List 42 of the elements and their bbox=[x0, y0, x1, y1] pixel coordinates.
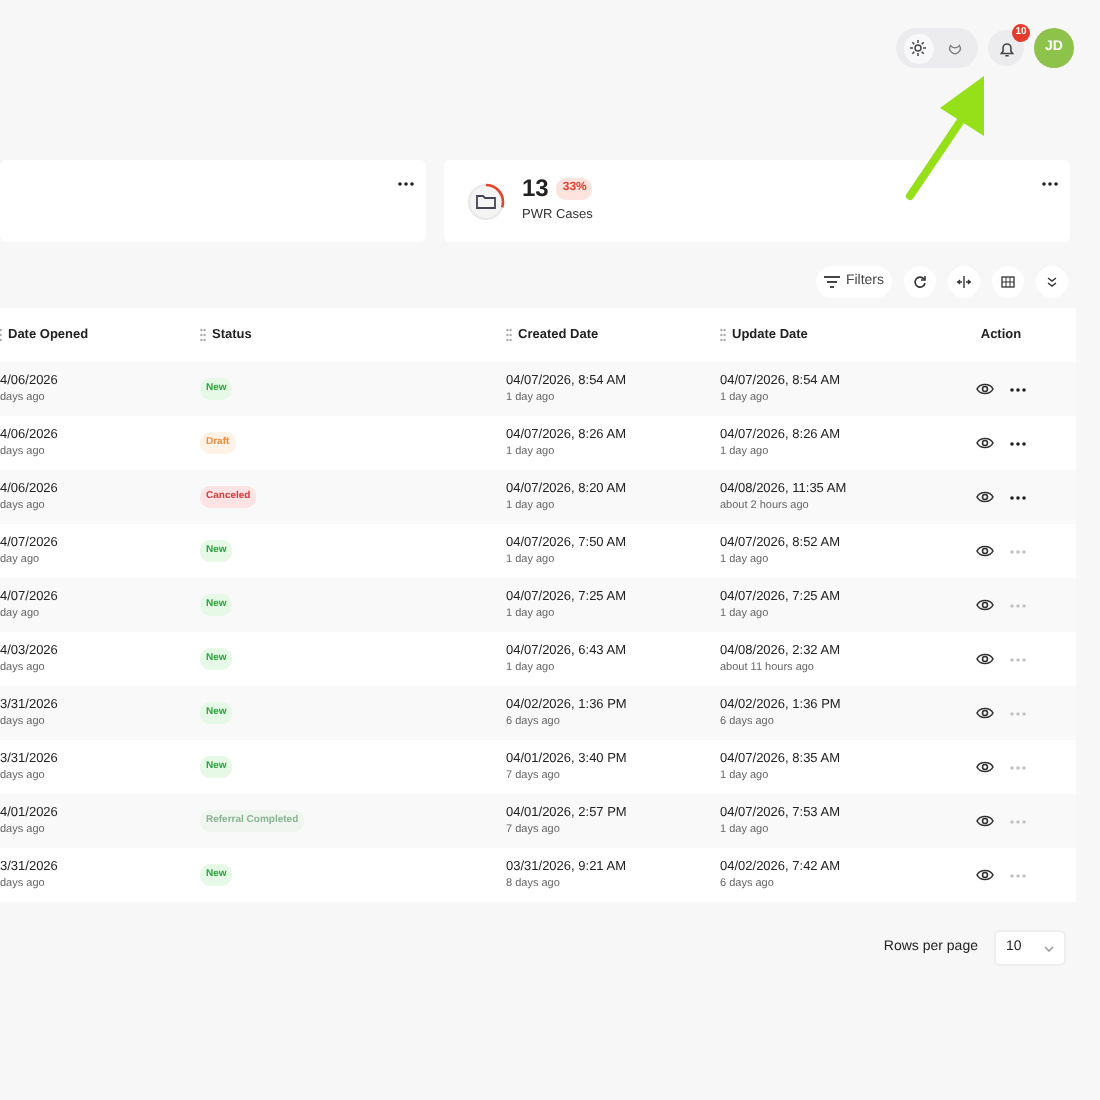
drag-handle-icon[interactable] bbox=[506, 328, 512, 342]
more-button[interactable] bbox=[1010, 437, 1026, 449]
bell-icon bbox=[997, 39, 1015, 57]
view-button[interactable] bbox=[976, 598, 994, 612]
double-chevron-icon bbox=[1044, 274, 1060, 290]
folder-progress-icon bbox=[466, 181, 506, 221]
eye-icon bbox=[976, 868, 994, 882]
chevron-down-icon bbox=[1044, 945, 1054, 951]
refresh-icon bbox=[912, 274, 928, 290]
view-button[interactable] bbox=[976, 382, 994, 396]
more-button[interactable] bbox=[1010, 383, 1026, 395]
eye-icon bbox=[976, 706, 994, 720]
view-button[interactable] bbox=[976, 652, 994, 666]
eye-icon bbox=[976, 544, 994, 558]
eye-icon bbox=[976, 382, 994, 396]
toolbar-button[interactable] bbox=[948, 266, 980, 298]
more-button[interactable] bbox=[1042, 178, 1058, 190]
view-button[interactable] bbox=[976, 706, 994, 720]
toolbar-button[interactable] bbox=[904, 266, 936, 298]
eye-icon bbox=[976, 436, 994, 450]
stat-value: 13 bbox=[522, 176, 549, 201]
theme-toggle[interactable] bbox=[896, 28, 978, 68]
toolbar-button[interactable] bbox=[1036, 266, 1068, 298]
drag-handle-icon[interactable] bbox=[720, 328, 726, 342]
view-button[interactable] bbox=[976, 490, 994, 504]
more-button[interactable] bbox=[1010, 491, 1026, 503]
filter-icon bbox=[823, 276, 840, 288]
layout-icon bbox=[1000, 274, 1016, 290]
view-button[interactable] bbox=[976, 436, 994, 450]
eye-icon bbox=[976, 760, 994, 774]
eye-icon bbox=[976, 598, 994, 612]
view-button[interactable] bbox=[976, 760, 994, 774]
eye-icon bbox=[976, 652, 994, 666]
more-button[interactable] bbox=[398, 178, 414, 190]
column-width-icon bbox=[956, 274, 972, 290]
view-button[interactable] bbox=[976, 868, 994, 882]
view-button[interactable] bbox=[976, 544, 994, 558]
eye-icon bbox=[976, 490, 994, 504]
view-button[interactable] bbox=[976, 814, 994, 828]
eye-icon bbox=[976, 814, 994, 828]
toolbar-button[interactable] bbox=[992, 266, 1024, 298]
drag-handle-icon[interactable] bbox=[200, 328, 206, 342]
